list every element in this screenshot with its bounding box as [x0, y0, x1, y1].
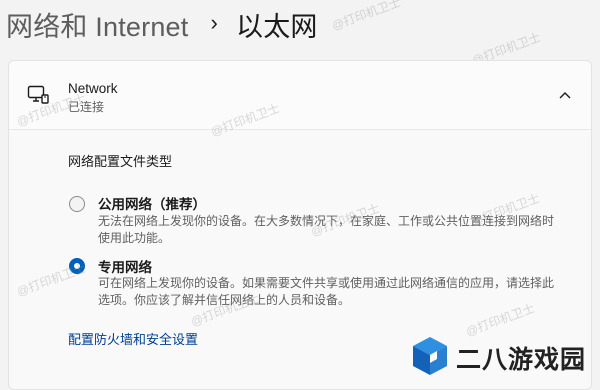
- breadcrumb-parent[interactable]: 网络和 Internet: [6, 5, 188, 44]
- page-title: 以太网: [236, 11, 318, 42]
- brand-badge: 二八游戏园: [410, 335, 586, 381]
- breadcrumb: 网络和 Internet › 以太网: [6, 4, 318, 44]
- firewall-settings-link[interactable]: 配置防火墙和安全设置: [68, 329, 198, 348]
- private-network-radio[interactable]: [69, 258, 85, 274]
- public-network-label[interactable]: 公用网络（推荐）: [98, 193, 206, 213]
- cube-logo-icon: [410, 335, 450, 382]
- watermark: @打印机卫士: [329, 0, 403, 33]
- network-status: 已连接: [68, 100, 105, 114]
- public-network-radio[interactable]: [69, 196, 85, 212]
- network-name: Network: [68, 81, 118, 96]
- chevron-up-icon[interactable]: [553, 83, 577, 107]
- brand-name: 二八游戏园: [455, 346, 586, 374]
- private-network-description: 可在网络上发现你的设备。如果需要文件共享或使用通过此网络通信的应用，请选择此选项…: [98, 276, 555, 307]
- breadcrumb-separator-icon: ›: [210, 10, 218, 35]
- network-monitor-icon: [27, 84, 49, 106]
- private-network-label[interactable]: 专用网络: [98, 256, 152, 276]
- public-network-description: 无法在网络上发现你的设备。在大多数情况下，在家庭、工作或公共位置连接到网络时使用…: [98, 214, 555, 245]
- network-header[interactable]: Network 已连接: [9, 61, 591, 130]
- profile-type-title: 网络配置文件类型: [68, 154, 173, 169]
